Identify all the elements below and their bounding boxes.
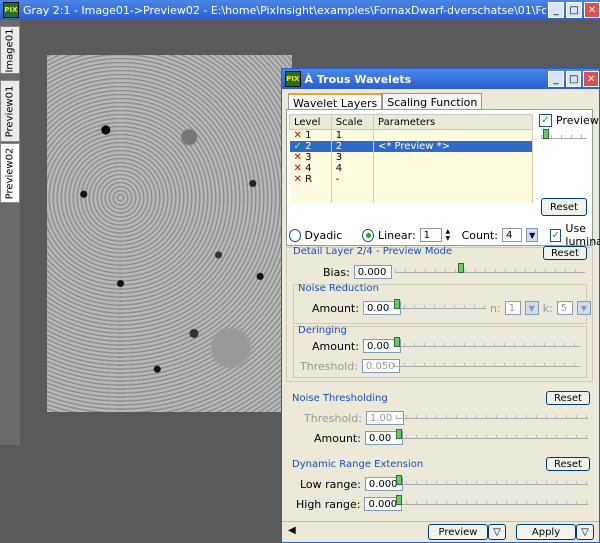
high-range-slider[interactable] [396,495,588,505]
disabled-icon: ✕ [293,163,302,174]
amount-label: Amount: [314,431,361,445]
table-row[interactable]: ✓ 2 2 <* Preview *> [289,141,533,152]
bias-slider[interactable] [395,263,585,273]
nt-threshold-slider[interactable] [396,412,588,419]
bias-input[interactable]: 0.000 [353,265,392,279]
preview-label: Preview [556,114,599,127]
a-trous-wavelets-dialog: PIX À Trous Wavelets _ □ ✕ Wavelet Layer… [281,68,600,543]
dialog-title: À Trous Wavelets [304,72,412,86]
maximize-button[interactable]: □ [565,71,582,87]
table-row[interactable]: ✕ 4 4 [289,163,533,174]
disabled-icon: ✕ [293,174,302,185]
k-label: k: [542,301,553,315]
layers-table[interactable]: Level Scale Parameters ✕ 1 1 ✓ 2 2 <* Pr… [289,114,533,203]
nt-amount-slider[interactable] [396,429,588,439]
noise-reduction-group: Noise Reduction Amount: 0.00 n: 1 ▼ k: 5… [293,283,591,324]
use-luminance-label: Use luminance [565,222,600,248]
wavelet-layers-panel: Level Scale Parameters ✕ 1 1 ✓ 2 2 <* Pr… [286,109,600,248]
close-button[interactable]: ✕ [583,71,600,87]
col-header-parameters: Parameters [373,114,533,130]
dialog-footer: ◀ Preview ▽ Apply ▽ [282,521,599,543]
col-header-scale: Scale [330,114,375,130]
nr-amount-slider[interactable] [394,299,486,309]
high-range-label: High range: [296,497,361,511]
layers-reset-button[interactable]: Reset [541,198,587,216]
maximize-button[interactable]: □ [566,2,583,18]
use-luminance-checkbox[interactable]: ✓ [549,228,562,242]
dyadic-radio[interactable] [289,228,301,242]
check-icon: ✓ [293,141,302,152]
minimize-button[interactable]: _ [548,2,565,18]
preview-slider[interactable] [541,129,587,139]
preview-checkbox[interactable]: ✓ [539,114,552,127]
n-select[interactable]: 1 [504,301,521,315]
noise-reduction-title: Noise Reduction [298,283,379,294]
dialog-titlebar: PIX À Trous Wavelets _ □ ✕ [282,69,600,89]
detail-layer-group: Detail Layer 2/4 - Preview Mode Reset Bi… [286,246,593,382]
table-row[interactable]: ✕ 3 3 [289,152,533,163]
close-button[interactable]: ✕ [584,2,600,18]
deringing-group: Deringing Amount: 0.00 Threshold: 0.050 [293,325,587,378]
chevron-left-icon[interactable]: ◀ [288,525,296,536]
image-window-titlebar: PIX Gray 2:1 - Image01->Preview02 - E:\h… [0,0,600,20]
tab-image01[interactable]: Image01 [0,26,20,74]
dynamic-range-group: Dynamic Range Extension Reset Low range:… [286,457,591,513]
n-label: n: [490,301,501,315]
table-row[interactable]: ✕ R - [289,174,533,185]
threshold-label: Threshold: [304,411,362,425]
amount-label: Amount: [312,339,359,353]
chevron-down-icon[interactable]: ▼ [576,301,591,315]
threshold-label: Threshold: [300,359,358,373]
col-header-level: Level [289,114,332,130]
nt-reset-button[interactable]: Reset [546,391,590,405]
table-row[interactable]: ✕ 1 1 [289,129,533,141]
chevron-down-icon[interactable]: ▼ [526,228,539,242]
dr-threshold-slider[interactable] [394,360,580,367]
disabled-icon: ✕ [293,152,302,163]
noise-thresholding-title: Noise Thresholding [292,393,388,404]
detail-reset-button[interactable]: Reset [543,246,587,260]
image-window-title: Gray 2:1 - Image01->Preview02 - E:\home\… [22,3,547,17]
disabled-icon: ✕ [293,130,302,141]
low-range-label: Low range: [300,477,361,491]
preview-button[interactable]: Preview [428,524,488,540]
linear-label: Linear: [377,228,416,242]
deringing-title: Deringing [298,325,347,336]
count-label: Count: [461,228,498,242]
detail-layer-title: Detail Layer 2/4 - Preview Mode [293,246,453,257]
dre-reset-button[interactable]: Reset [546,457,590,471]
bias-label: Bias: [323,265,350,279]
app-icon: PIX [3,2,19,18]
dr-amount-slider[interactable] [394,337,580,347]
chevron-down-icon[interactable]: ▽ [488,524,506,540]
preview-image[interactable] [47,55,292,412]
amount-label: Amount: [312,301,359,315]
chevron-down-icon[interactable]: ▽ [576,524,594,540]
apply-button[interactable]: Apply [516,524,576,540]
linear-radio[interactable] [362,228,374,242]
linear-input[interactable]: 1 [419,228,442,242]
k-select[interactable]: 5 [556,301,573,315]
dyadic-label: Dyadic [304,228,343,242]
dre-title: Dynamic Range Extension [292,459,424,470]
minimize-button[interactable]: _ [548,71,564,87]
tab-preview02[interactable]: Preview02 [0,143,20,203]
noise-thresholding-group: Noise Thresholding Reset Threshold: 1.00… [286,391,591,451]
linear-spin-icon[interactable]: ▲ ▼ [446,228,451,242]
low-range-slider[interactable] [396,475,588,485]
tab-preview01[interactable]: Preview01 [0,80,20,142]
chevron-down-icon[interactable]: ▼ [524,301,539,315]
workspace-background [0,445,290,543]
process-icon: PIX [285,71,301,87]
count-select[interactable]: 4 [501,228,523,242]
